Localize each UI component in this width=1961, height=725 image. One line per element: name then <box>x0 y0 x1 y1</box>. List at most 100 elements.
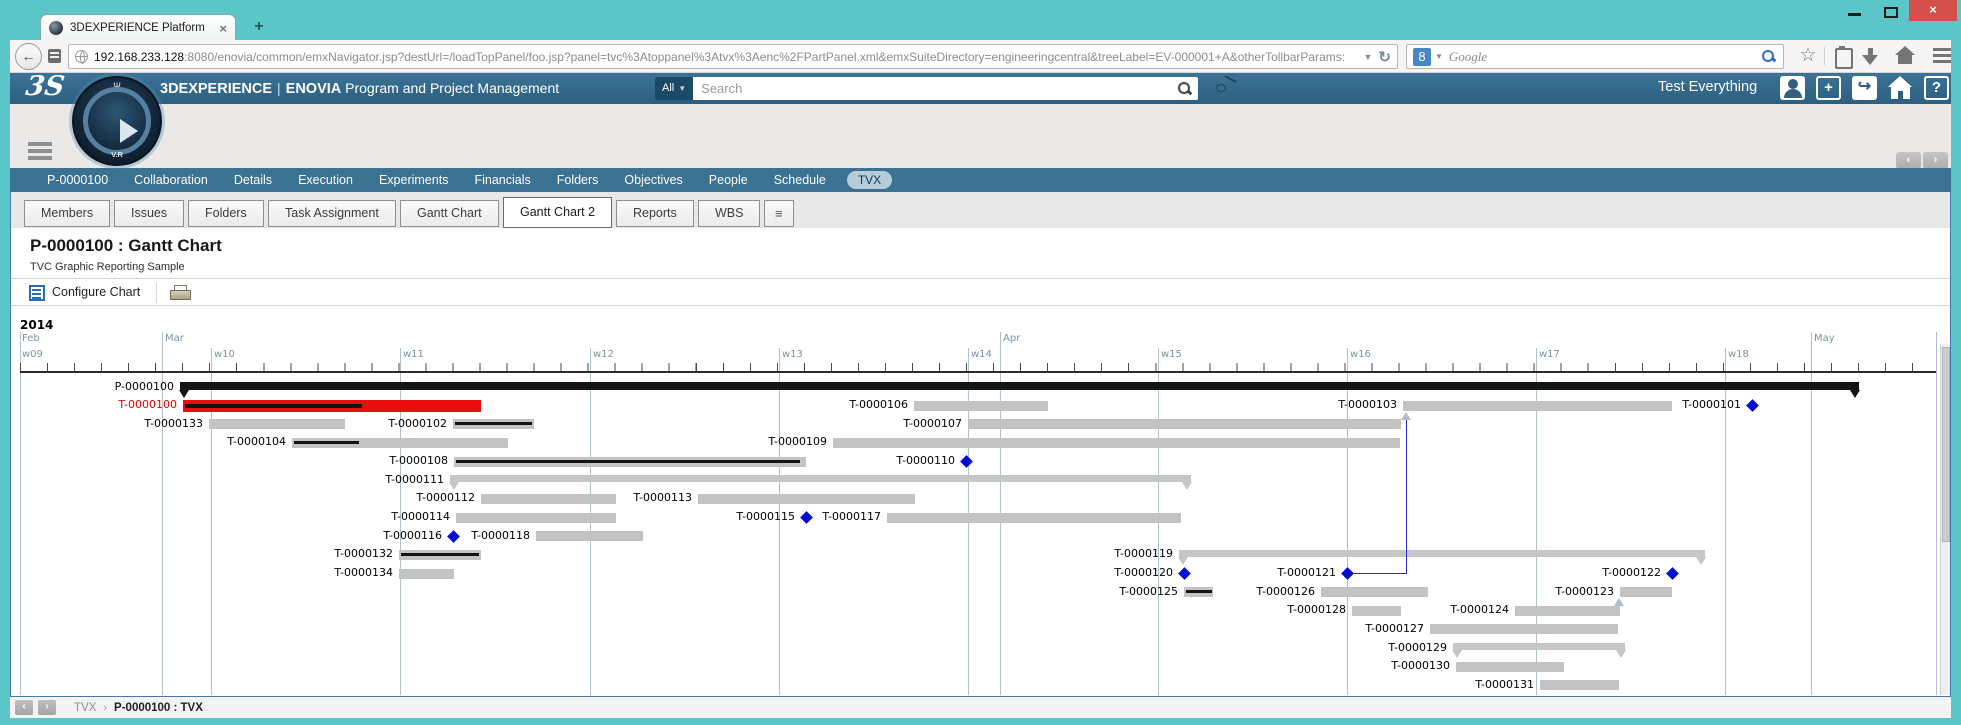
nav-tab-collaboration[interactable]: Collaboration <box>134 173 208 187</box>
gantt-task-label: T-0000131 <box>0 678 1534 691</box>
nav-tab-people[interactable]: People <box>709 173 748 187</box>
window-maximize-button[interactable] <box>1884 7 1898 18</box>
tab-close-icon[interactable]: × <box>219 21 227 36</box>
gantt-task-bar[interactable] <box>698 494 915 504</box>
bookmarks-panel-icon[interactable] <box>1830 46 1854 67</box>
browser-tab[interactable]: 3DEXPERIENCE Platform × <box>40 14 236 41</box>
url-dropdown-icon[interactable]: ▼ <box>1364 52 1373 62</box>
gantt-task-bar[interactable] <box>1540 680 1619 690</box>
toolbar-divider <box>156 283 157 303</box>
gantt-summary-start-icon <box>1178 557 1188 565</box>
profile-icon[interactable] <box>1780 76 1805 100</box>
home-icon[interactable] <box>1893 46 1917 67</box>
nav-tab-experiments[interactable]: Experiments <box>379 173 448 187</box>
page-next-button[interactable]: › <box>1923 152 1948 169</box>
menu-icon[interactable] <box>1930 46 1954 67</box>
app-search-icon[interactable] <box>1177 81 1192 96</box>
gantt-task-bar[interactable] <box>1430 624 1618 634</box>
window-close-button[interactable]: × <box>1909 0 1957 21</box>
new-tab-button[interactable]: + <box>246 17 272 38</box>
play-icon <box>120 119 138 143</box>
nav-tab-schedule[interactable]: Schedule <box>774 173 826 187</box>
gantt-task-label: T-0000122 <box>0 566 1661 579</box>
gantt-axis-line <box>20 371 1936 373</box>
nav-tab-p-0000100[interactable]: P-0000100 <box>47 173 108 187</box>
app-home-icon[interactable] <box>1888 76 1913 100</box>
recent-pages-icon[interactable] <box>48 49 61 63</box>
gantt-scrollbar-thumb[interactable] <box>1942 347 1950 542</box>
nav-tab-folders[interactable]: Folders <box>557 173 599 187</box>
nav-tab-execution[interactable]: Execution <box>298 173 353 187</box>
gantt-task-bar[interactable] <box>968 419 1401 429</box>
sketch-glasses-icon[interactable] <box>1215 77 1239 93</box>
gantt-task-bar[interactable] <box>536 531 643 541</box>
nav-tab-financials[interactable]: Financials <box>474 173 530 187</box>
search-scope-button[interactable]: All▼ <box>655 77 693 100</box>
share-icon[interactable]: ↪ <box>1852 76 1877 100</box>
reload-icon[interactable]: ↻ <box>1378 48 1391 66</box>
downloads-icon[interactable] <box>1859 46 1883 67</box>
tab-members[interactable]: Members <box>24 200 110 227</box>
print-icon[interactable] <box>170 285 189 300</box>
browser-toolbar: ← 192.168.233.128:8080/enovia/common/emx… <box>10 40 1951 73</box>
page-tabs: MembersIssuesFoldersTask AssignmentGantt… <box>10 192 1951 228</box>
gantt-summary-bar[interactable] <box>180 382 1859 390</box>
bookmark-star-icon[interactable]: ☆ <box>1796 46 1820 67</box>
configure-chart-icon[interactable] <box>29 285 45 301</box>
nav-tab-objectives[interactable]: Objectives <box>624 173 682 187</box>
gantt-task-bar[interactable] <box>1515 606 1620 616</box>
gantt-summary-bar[interactable] <box>1179 550 1705 557</box>
history-forward-button[interactable]: › <box>38 700 56 715</box>
gantt-task-bar[interactable] <box>1456 662 1564 672</box>
page-prev-button[interactable]: ‹ <box>1896 152 1921 169</box>
help-icon[interactable]: ? <box>1924 76 1949 100</box>
tab-gantt-chart-2[interactable]: Gantt Chart 2 <box>503 197 612 228</box>
search-go-icon[interactable] <box>1762 50 1775 63</box>
tab-folders[interactable]: Folders <box>188 200 264 227</box>
brand-secondary: ENOVIA <box>286 81 342 97</box>
search-engine-icon[interactable]: 8 <box>1413 48 1431 66</box>
gantt-summary-bar[interactable] <box>1453 643 1625 650</box>
gantt-week-label: w09 <box>22 349 43 360</box>
tab-gantt-chart[interactable]: Gantt Chart <box>400 200 499 227</box>
gantt-task-label: T-0000109 <box>0 435 827 448</box>
compass-logo[interactable]: Ψ V.R <box>72 76 162 166</box>
window-titlebar: 3DEXPERIENCE Platform × + × <box>0 0 1961 40</box>
gantt-task-label: T-0000113 <box>0 491 692 504</box>
history-back-button[interactable]: ‹ <box>15 700 33 715</box>
nav-tab-details[interactable]: Details <box>234 173 272 187</box>
user-name[interactable]: Test Everything <box>1658 79 1757 95</box>
gantt-summary-end-icon <box>1616 650 1626 658</box>
content-border-left <box>10 192 11 697</box>
category-nav: P-0000100 Collaboration Details Execution Ex… <box>10 168 1951 192</box>
url-bar[interactable]: 192.168.233.128:8080/enovia/common/emxNa… <box>68 44 1398 69</box>
gantt-summary-bar[interactable] <box>450 475 1191 482</box>
tab-issues[interactable]: Issues <box>114 200 184 227</box>
3ds-logo: 3S <box>24 71 67 102</box>
configure-chart-button[interactable]: Configure Chart <box>52 285 140 299</box>
app-search-input[interactable]: Search <box>693 77 1198 100</box>
browser-search-box[interactable]: 8 ▼ Google <box>1406 44 1784 69</box>
engine-dropdown-icon[interactable]: ▼ <box>1435 52 1443 61</box>
gantt-summary-end-icon <box>1696 557 1706 565</box>
back-button[interactable]: ← <box>15 43 42 70</box>
app-search-placeholder: Search <box>701 81 742 96</box>
gantt-task-label: T-0000117 <box>0 510 881 523</box>
tab-reports[interactable]: Reports <box>616 200 694 227</box>
gantt-task-label: T-0000101 <box>0 398 1741 411</box>
add-icon[interactable]: + <box>1816 76 1841 100</box>
tab-task-assignment[interactable]: Task Assignment <box>268 200 396 227</box>
gantt-task-bar[interactable] <box>1620 587 1672 597</box>
window-minimize-button[interactable] <box>1848 13 1861 16</box>
site-identity-icon[interactable] <box>75 50 88 63</box>
tab-wbs[interactable]: WBS <box>698 200 760 227</box>
gantt-week-label: w12 <box>593 349 614 360</box>
breadcrumb-context[interactable]: TVX <box>74 702 96 714</box>
url-text[interactable]: 192.168.233.128:8080/enovia/common/emxNa… <box>94 50 1358 64</box>
gantt-task-label: T-0000119 <box>0 547 1173 560</box>
gantt-task-bar[interactable] <box>833 438 1400 448</box>
nav-tab-tvx[interactable]: TVX <box>847 171 892 189</box>
gantt-task-bar[interactable] <box>887 513 1181 523</box>
hamburger-icon[interactable] <box>28 142 52 161</box>
tab-overflow-menu-icon[interactable]: ≡ <box>764 200 794 227</box>
